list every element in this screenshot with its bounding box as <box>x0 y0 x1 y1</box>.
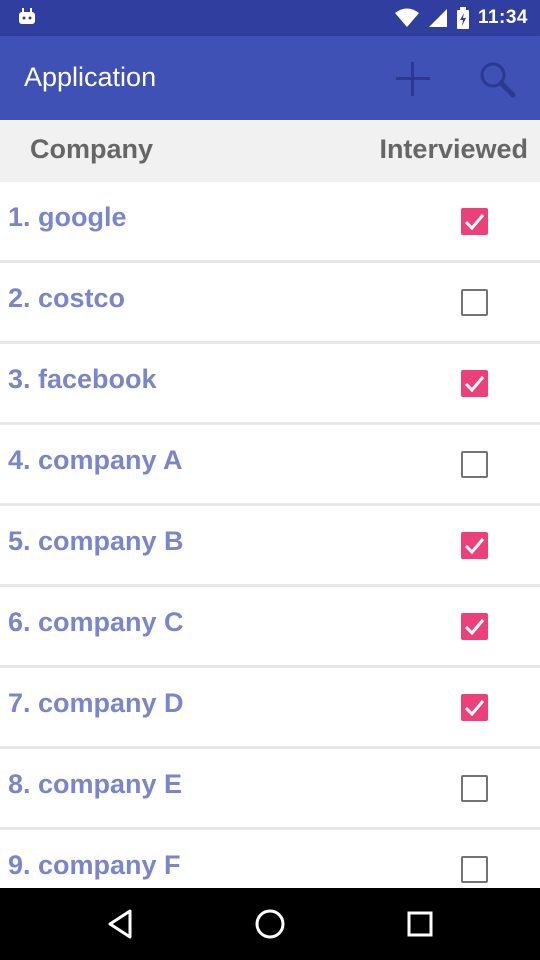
app-bar: Application <box>0 36 540 120</box>
interviewed-checkbox[interactable] <box>461 370 488 397</box>
company-name: 2. costco <box>8 283 126 313</box>
add-button[interactable] <box>390 56 436 102</box>
list-item[interactable]: 2. costco <box>0 263 540 344</box>
home-icon <box>255 909 285 939</box>
search-button[interactable] <box>474 56 520 102</box>
column-header-interviewed: Interviewed <box>379 134 528 164</box>
company-name: 9. company F <box>8 850 181 880</box>
interviewed-checkbox[interactable] <box>461 451 488 478</box>
wifi-icon <box>394 8 419 27</box>
list-item[interactable]: 8. company E <box>0 749 540 830</box>
company-list[interactable]: 1. google 2. costco 3. facebook 4. company … <box>0 182 540 888</box>
list-item[interactable]: 4. company A <box>0 425 540 506</box>
add-icon <box>396 62 430 96</box>
interviewed-checkbox[interactable] <box>461 208 488 235</box>
company-name: 1. google <box>8 202 127 232</box>
check-icon <box>464 619 485 636</box>
company-name: 7. company D <box>8 688 184 718</box>
list-item[interactable]: 9. company F <box>0 830 540 888</box>
navigation-bar <box>0 888 540 960</box>
company-name: 8. company E <box>8 769 183 799</box>
list-item[interactable]: 3. facebook <box>0 344 540 425</box>
interviewed-checkbox[interactable] <box>461 694 488 721</box>
recents-button[interactable] <box>402 906 438 942</box>
check-icon <box>464 700 485 717</box>
app-title: Application <box>24 62 157 92</box>
interviewed-checkbox[interactable] <box>461 289 488 316</box>
company-name: 4. company A <box>8 445 183 475</box>
check-icon <box>464 214 485 231</box>
list-item[interactable]: 7. company D <box>0 668 540 749</box>
check-icon <box>464 376 485 393</box>
interviewed-checkbox[interactable] <box>461 775 488 802</box>
list-item[interactable]: 6. company C <box>0 587 540 668</box>
home-button[interactable] <box>252 906 288 942</box>
interviewed-checkbox[interactable] <box>461 856 488 883</box>
android-icon <box>19 8 35 24</box>
column-header-company: Company <box>30 134 154 164</box>
signal-icon <box>428 9 447 27</box>
check-icon <box>464 538 485 555</box>
search-icon <box>480 62 516 98</box>
back-button[interactable] <box>102 906 138 942</box>
interviewed-checkbox[interactable] <box>461 613 488 640</box>
company-name: 5. company B <box>8 526 184 556</box>
company-name: 3. facebook <box>8 364 157 394</box>
status-bar: 11:34 <box>0 0 540 36</box>
list-item[interactable]: 5. company B <box>0 506 540 587</box>
list-header: Company Interviewed <box>0 120 540 182</box>
recents-icon <box>407 911 433 937</box>
battery-icon <box>456 7 469 29</box>
company-name: 6. company C <box>8 607 184 637</box>
list-item[interactable]: 1. google <box>0 182 540 263</box>
interviewed-checkbox[interactable] <box>461 532 488 559</box>
status-time: 11:34 <box>477 7 528 28</box>
back-icon <box>108 909 132 939</box>
